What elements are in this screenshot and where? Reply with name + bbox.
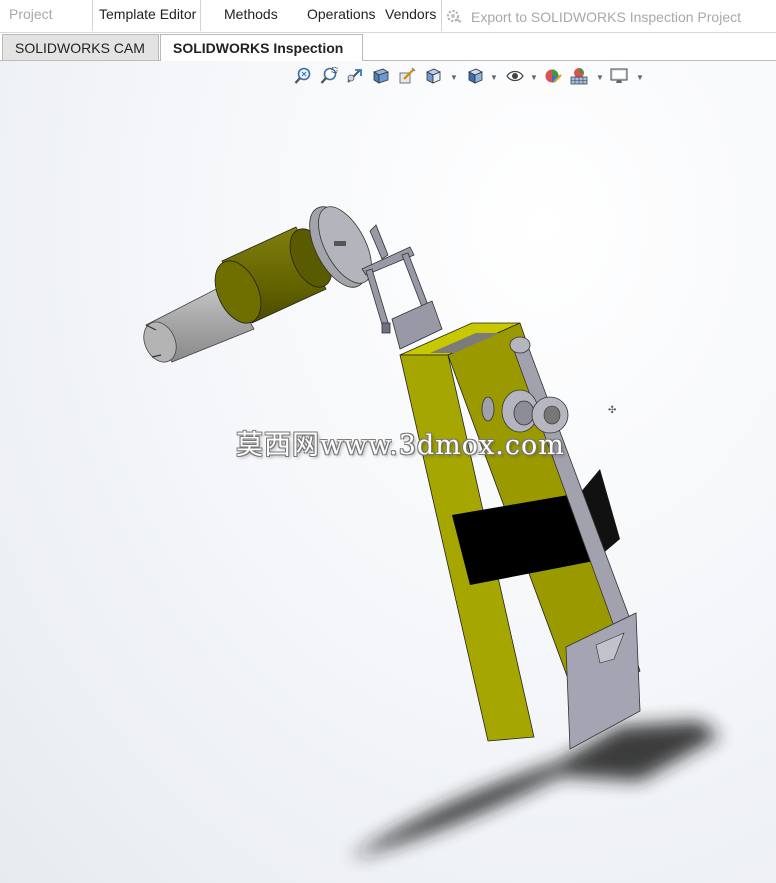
edit-appearance-icon[interactable] bbox=[544, 67, 562, 85]
display-style-dropdown-icon[interactable]: ▼ bbox=[490, 73, 498, 82]
ribbon-export-inspection-button[interactable]: Export to SOLIDWORKS Inspection Project bbox=[471, 3, 741, 33]
hide-show-dropdown-icon[interactable]: ▼ bbox=[530, 73, 538, 82]
bracket-linkage bbox=[361, 224, 443, 350]
apply-scene-icon[interactable] bbox=[570, 67, 588, 85]
origin-marker-icon: ✣ bbox=[608, 405, 617, 416]
zoom-to-fit-icon[interactable] bbox=[294, 67, 312, 85]
command-manager-ribbon: Project Template Editor Methods Operatio… bbox=[0, 0, 776, 33]
ribbon-project-button[interactable]: Project bbox=[9, 0, 53, 30]
view-orientation-icon[interactable] bbox=[424, 67, 442, 85]
3d-model-assembly[interactable] bbox=[0, 61, 776, 883]
apply-scene-dropdown-icon[interactable]: ▼ bbox=[596, 73, 604, 82]
tab-solidworks-inspection[interactable]: SOLIDWORKS Inspection bbox=[160, 34, 363, 62]
zoom-to-area-icon[interactable] bbox=[320, 67, 338, 85]
tab-solidworks-cam[interactable]: SOLIDWORKS CAM bbox=[2, 34, 159, 60]
view-settings-dropdown-icon[interactable]: ▼ bbox=[636, 73, 644, 82]
dynamic-annotation-icon[interactable] bbox=[398, 67, 416, 85]
ribbon-operations-button[interactable]: Operations bbox=[307, 0, 375, 30]
command-manager-tabs: SOLIDWORKS CAM SOLIDWORKS Inspection bbox=[0, 32, 776, 62]
ribbon-separator bbox=[92, 0, 93, 31]
model-shadow bbox=[350, 721, 720, 858]
view-orientation-dropdown-icon[interactable]: ▼ bbox=[450, 73, 458, 82]
ribbon-separator bbox=[200, 0, 201, 31]
section-view-icon[interactable] bbox=[372, 67, 390, 85]
ribbon-methods-button[interactable]: Methods bbox=[224, 0, 278, 30]
ribbon-vendors-button[interactable]: Vendors bbox=[385, 0, 436, 30]
ribbon-template-editor-button[interactable]: Template Editor bbox=[99, 0, 196, 30]
hide-show-items-icon[interactable] bbox=[506, 67, 524, 85]
export-gear-icon bbox=[446, 8, 462, 24]
view-settings-icon[interactable] bbox=[610, 67, 628, 85]
previous-view-icon[interactable] bbox=[346, 67, 364, 85]
display-style-icon[interactable] bbox=[466, 67, 484, 85]
ribbon-separator bbox=[441, 0, 442, 31]
watermark-text: 莫西网www.3dmox.com bbox=[236, 430, 565, 461]
